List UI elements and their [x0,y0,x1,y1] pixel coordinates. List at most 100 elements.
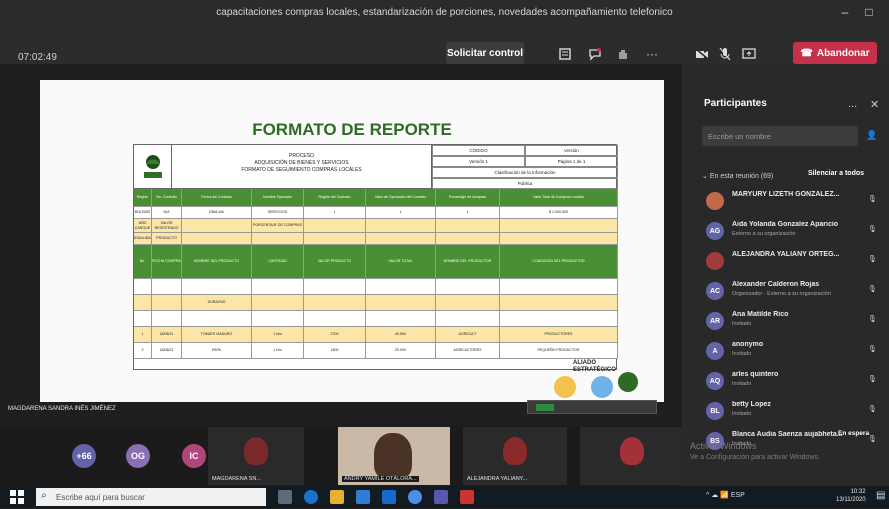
chevron-down-icon: ⌄ [702,173,710,180]
participant-bubble[interactable]: IC [182,444,206,468]
form-cell [500,219,618,233]
waiting-label: En espera [838,430,870,437]
leave-button[interactable]: ☎ Abandonar [793,42,877,64]
form-cell [436,219,500,233]
participant-row[interactable]: MARYURY LIZETH GONZALEZ... 🎙 [700,188,880,214]
participant-row[interactable]: AG Aida Yolanda Gonzalez Aparicio Externo … [700,218,880,244]
participant-bubble[interactable]: OG [126,444,150,468]
presenter-name-label: MAGDARENA SANDRA INÉS JIMÉNEZ [4,404,120,414]
taskbar-search-input[interactable]: ⌕ Escribe aquí para buscar [36,488,266,506]
form-cell [366,219,436,233]
participant-row[interactable]: Aanonymo Invitado 🎙 [700,338,880,364]
edge-icon[interactable] [304,490,318,504]
mic-off-icon[interactable] [716,46,734,62]
form-cell: NOMBRE DEL PRODUCTOR [436,245,500,279]
watermark-line2: Ve a Configuración para activar Windows. [690,454,820,461]
participants-close-button[interactable]: ✕ [870,98,879,111]
task-view-icon[interactable] [278,490,292,504]
form-cell: 1 [134,327,152,343]
camera-off-icon[interactable] [693,46,711,62]
video-tile-3[interactable]: ALEJANDRA YALIANY... [463,427,567,485]
form-metadata: CÓDIGO versión Versión 1 Página 1 de 1 C… [432,145,618,189]
app-icon[interactable] [460,490,474,504]
participants-more-button[interactable]: ... [848,98,857,110]
form-page: Página 1 de 1 [525,156,618,167]
participant-name: MARYURY LIZETH GONZALEZ... [732,191,840,198]
taskbar-clock[interactable]: 10:32 13/11/2020 [836,488,866,504]
form-cell [304,219,366,233]
form-cell: DNM-MA [182,207,252,219]
mic-muted-icon: 🎙 [868,436,877,443]
store-icon[interactable] [356,490,370,504]
form-name: FORMATO DE SEGUIMIENTO COMPRAS LOCALES [241,167,362,173]
teams-icon[interactable] [434,490,448,504]
form-code-label: CÓDIGO [432,145,525,156]
participant-name: Alexander Calderon Rojas [732,281,820,288]
mic-muted-icon: 🎙 [868,406,877,413]
avatar: AG [706,222,724,240]
avatar: AQ [706,372,724,390]
share-screen-icon[interactable] [740,46,758,62]
form-header-title: PROCESO ADQUISICIÓN DE BIENES Y SERVICIO… [172,145,432,189]
presenter-name: MAGDARENA SANDRA INÉS JIMÉNEZ [8,406,116,412]
form-cell [182,279,252,295]
participant-row[interactable]: AQ arles quintero Invitado 🎙 [700,368,880,394]
form-cell [436,233,500,245]
participants-icon[interactable] [556,46,574,62]
form-cell [252,311,304,327]
in-meeting-section-header[interactable]: ⌄ En esta reunión (69) [702,172,773,180]
form-detail-row: 1 18/08/21 TOMATE MADURO 1 kilo 2700 40.500 AG… [134,327,618,343]
add-person-icon[interactable]: 👤 [866,130,877,141]
participant-bubble[interactable]: +66 [72,444,96,468]
form-process-label: PROCESO [288,153,314,159]
strategic-ally-line1: ALIADO [573,360,596,366]
more-actions-icon[interactable]: ··· [643,46,661,62]
form-cell: 1 kilo [252,343,304,359]
maximize-button[interactable]: □ [855,0,883,24]
form-cell: 18/08/21 [152,327,182,343]
video-tile-2[interactable]: ANDRY YAMILE OTÁLORA... [338,427,450,485]
form-cell: Porcentaje de compras [436,189,500,207]
system-tray[interactable]: ^ ☁ 📶 ESP [706,491,745,499]
strategic-ally-label: ALIADO ESTRATÉGICO [573,360,616,374]
participant-video [374,433,412,479]
form-cell: Valor Total de Compras Locales [500,189,618,207]
form-cell: 1 kilo [252,327,304,343]
notifications-icon[interactable]: ▤ [876,490,885,501]
form-cell: 2700 [304,327,366,343]
request-control-button[interactable]: Solicitar control [446,42,524,64]
raise-hand-icon[interactable] [614,46,632,62]
form-cell [252,295,304,311]
in-meeting-count: En esta reunión (69) [709,173,774,180]
participant-row[interactable]: BL betty Lopez Invitado 🎙 [700,398,880,424]
participants-title: Participantes [704,98,767,109]
window-title: capacitaciones compras locales, estandar… [216,6,673,18]
file-explorer-icon[interactable] [330,490,344,504]
participant-row[interactable]: AC Alexander Calderon Rojas Organizador · … [700,278,880,304]
participant-row[interactable]: AR Ana Matilde Rico Invitado 🎙 [700,308,880,334]
form-cell: Región del Contrato [304,189,366,207]
form-cell [304,311,366,327]
form-cell [182,233,252,245]
video-tile-1[interactable]: MAGDARENA SN... [208,427,304,485]
participant-search-input[interactable]: Escribe un nombre [702,126,858,146]
video-tile-4[interactable] [580,427,682,485]
participant-row[interactable]: ALEJANDRA YALIANY ORTEG... 🎙 [700,248,880,274]
form-cell: FECHA COMPRA [152,245,182,279]
form-cell [436,311,500,327]
form-cell [500,311,618,327]
chrome-icon[interactable] [408,490,422,504]
form-year-row: AÑO CARGUE VALOR REGISTRADO PORCENTAJE DE … [134,219,618,233]
form-cell: 1 [304,207,366,219]
mail-icon[interactable] [382,490,396,504]
chat-icon[interactable] [586,46,604,62]
windows-start-icon[interactable] [10,490,24,509]
form-cell: Nombre Operador [252,189,304,207]
participant-role: Invitado [732,381,752,387]
presentation-slide: FORMATO DE REPORTE PROCESO ADQUISICIÓN D… [40,80,664,402]
mic-muted-icon: 🎙 [868,196,877,203]
form-cell [500,279,618,295]
form-version: Versión 1 [432,156,525,167]
mute-all-button[interactable]: Silenciar a todos [808,170,864,177]
form-cell: VALOR PRODUCTO [304,245,366,279]
